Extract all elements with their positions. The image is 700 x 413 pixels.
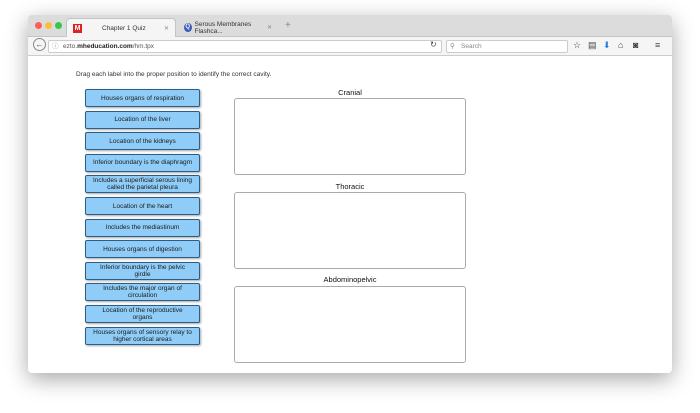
zone-title-cranial: Cranial — [338, 88, 362, 97]
bookmark-star-icon[interactable]: ☆ — [573, 40, 581, 51]
new-tab-button[interactable]: + — [285, 20, 291, 31]
drop-zone-cranial[interactable] — [234, 98, 466, 175]
draggable-label[interactable]: Inferior boundary is the diaphragm — [85, 153, 200, 172]
draggable-label[interactable]: Houses organs of sensory relay to higher… — [85, 326, 200, 345]
close-tab-icon[interactable]: ✕ — [267, 24, 272, 31]
mheducation-favicon-icon: M — [73, 23, 82, 33]
maximize-window-icon[interactable] — [55, 22, 62, 29]
tab-bar: M Chapter 1 Quiz ✕ Q Serous Membranes Fl… — [28, 15, 672, 37]
tab-flashcards[interactable]: Q Serous Membranes Flashca... ✕ — [178, 18, 278, 37]
search-placeholder: Search — [461, 43, 482, 50]
reload-icon[interactable]: ↻ — [430, 40, 437, 49]
instructions: Drag each label into the proper position… — [76, 71, 272, 78]
drop-zone-thoracic[interactable] — [234, 192, 466, 269]
nav-bar: ← ⓘ ezto.mheducation.com/hm.tpx ↻ ⚲ Search… — [28, 37, 672, 56]
draggable-label[interactable]: Includes a superficial serous lining cal… — [85, 175, 200, 194]
draggable-label[interactable]: Location of the kidneys — [85, 132, 200, 151]
draggable-label[interactable]: Location of the heart — [85, 197, 200, 215]
draggable-label[interactable]: Includes the major organ of circulation — [85, 283, 200, 302]
tab-label: Chapter 1 Quiz — [102, 24, 146, 32]
pocket-icon[interactable]: ◙ — [633, 40, 638, 50]
download-icon[interactable]: ⬇ — [603, 40, 611, 51]
browser-window: M Chapter 1 Quiz ✕ Q Serous Membranes Fl… — [28, 15, 672, 373]
tab-chapter-quiz[interactable]: M Chapter 1 Quiz ✕ — [66, 18, 176, 37]
url-host: mheducation.com — [77, 43, 133, 50]
home-icon[interactable]: ⌂ — [618, 40, 623, 50]
drop-zone-abdominopelvic[interactable] — [234, 286, 466, 363]
zone-title-abdominopelvic: Abdominopelvic — [323, 275, 377, 284]
minimize-window-icon[interactable] — [45, 22, 52, 29]
draggable-label[interactable]: Inferior boundary is the pelvic girdle — [85, 261, 200, 280]
search-icon: ⚲ — [450, 43, 455, 50]
menu-icon[interactable]: ≡ — [655, 40, 660, 50]
close-tab-icon[interactable]: ✕ — [164, 25, 169, 32]
draggable-label[interactable]: Houses organs of digestion — [85, 240, 200, 259]
draggable-label[interactable]: Includes the mediastinum — [85, 218, 200, 237]
quizlet-favicon-icon: Q — [184, 23, 192, 32]
back-icon[interactable]: ← — [33, 38, 46, 51]
draggable-label[interactable]: Location of the reproductive organs — [85, 305, 200, 323]
close-window-icon[interactable] — [35, 22, 42, 29]
reading-list-icon[interactable]: ▤ — [588, 40, 597, 51]
zone-title-thoracic: Thoracic — [335, 182, 365, 191]
draggable-label[interactable]: Location of the liver — [85, 110, 200, 129]
search-input[interactable]: ⚲ Search — [446, 40, 568, 53]
address-bar[interactable]: ⓘ ezto.mheducation.com/hm.tpx — [48, 40, 442, 53]
url-domain: ezto. — [63, 43, 78, 50]
url-path: /hm.tpx — [132, 43, 155, 50]
draggable-label[interactable]: Houses organs of respiration — [85, 89, 200, 107]
info-icon: ⓘ — [52, 43, 59, 50]
tab-label: Serous Membranes Flashca... — [194, 20, 252, 35]
